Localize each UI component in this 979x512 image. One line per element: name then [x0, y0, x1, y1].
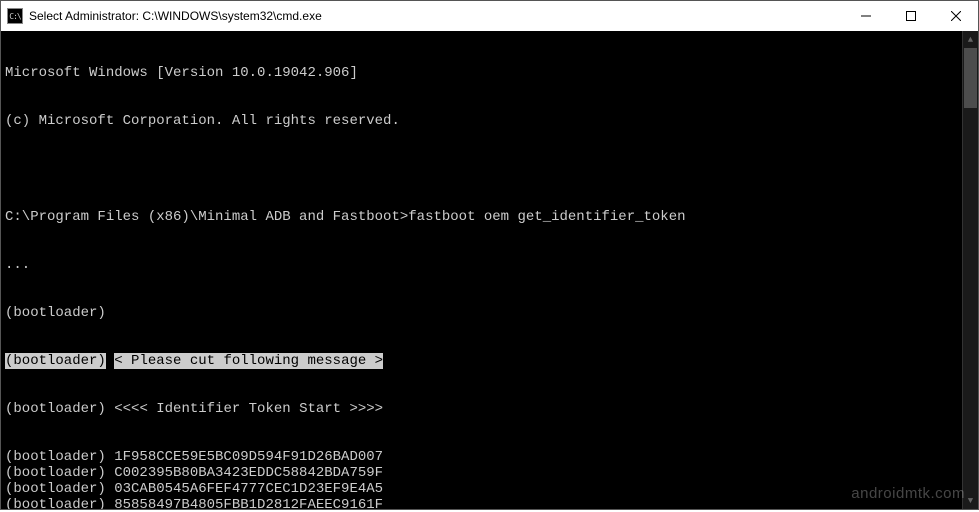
output-line: (bootloader): [5, 305, 974, 321]
token-line: (bootloader) C002395B80BA3423EDDC58842BD…: [5, 465, 974, 481]
scroll-down-icon[interactable]: ▼: [963, 492, 978, 509]
token-line: (bootloader) 1F958CCE59E5BC09D594F91D26B…: [5, 449, 974, 465]
output-line: ...: [5, 257, 974, 273]
window-title: Select Administrator: C:\WINDOWS\system3…: [29, 9, 843, 23]
terminal-output[interactable]: Microsoft Windows [Version 10.0.19042.90…: [1, 31, 978, 509]
header-line: (c) Microsoft Corporation. All rights re…: [5, 113, 974, 129]
blank-line: [5, 161, 974, 177]
token-line: (bootloader) 03CAB0545A6FEF4777CEC1D23EF…: [5, 481, 974, 497]
header-line: Microsoft Windows [Version 10.0.19042.90…: [5, 65, 974, 81]
scroll-up-icon[interactable]: ▲: [963, 31, 978, 48]
cmd-window: C:\ Select Administrator: C:\WINDOWS\sys…: [0, 0, 979, 510]
output-line: (bootloader) < Please cut following mess…: [5, 353, 974, 369]
token-lines: (bootloader) 1F958CCE59E5BC09D594F91D26B…: [5, 449, 974, 509]
titlebar[interactable]: C:\ Select Administrator: C:\WINDOWS\sys…: [1, 1, 978, 31]
maximize-button[interactable]: [888, 1, 933, 31]
close-button[interactable]: [933, 1, 978, 31]
minimize-button[interactable]: [843, 1, 888, 31]
token-line: (bootloader) 85858497B4805FBB1D2812FAEEC…: [5, 497, 974, 509]
scrollbar[interactable]: ▲ ▼: [962, 31, 978, 509]
window-controls: [843, 1, 978, 31]
prompt-line: C:\Program Files (x86)\Minimal ADB and F…: [5, 209, 974, 225]
output-line: (bootloader) <<<< Identifier Token Start…: [5, 401, 974, 417]
scroll-thumb[interactable]: [964, 48, 977, 108]
cmd-icon: C:\: [7, 8, 23, 24]
